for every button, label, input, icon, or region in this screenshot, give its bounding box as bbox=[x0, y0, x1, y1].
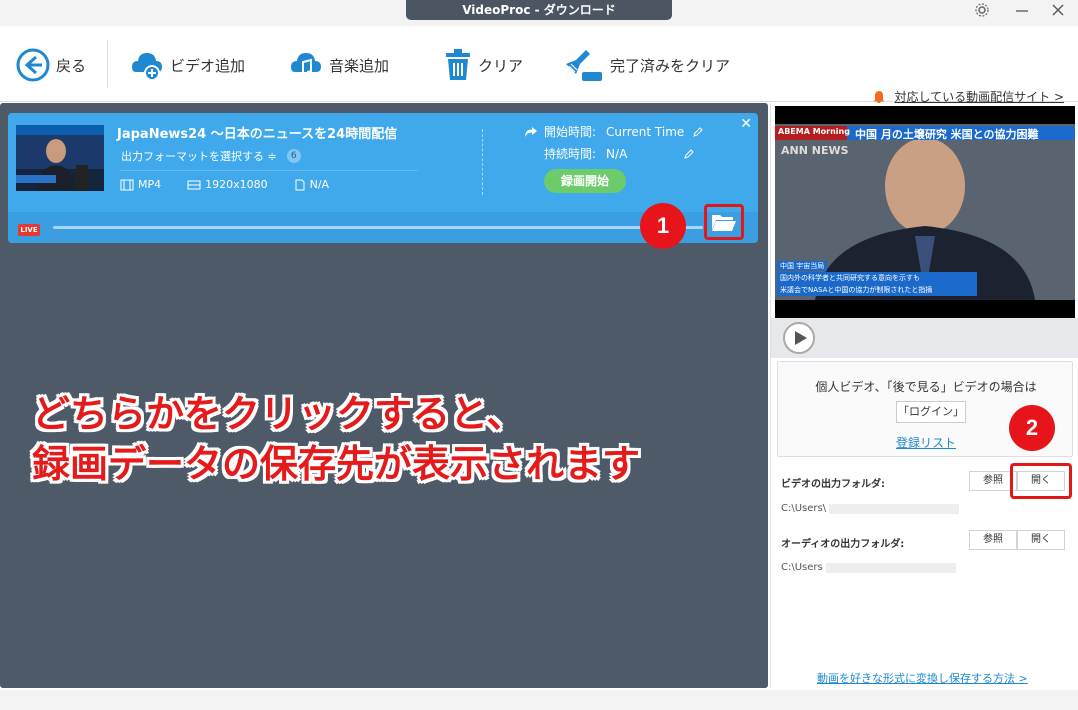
login-info-text: 個人ビデオ、「後で見る」ビデオの場合は bbox=[815, 380, 1037, 394]
resolution-info: 1920x1080 bbox=[187, 178, 268, 191]
film-icon bbox=[120, 179, 134, 190]
open-button-highlight bbox=[1010, 463, 1072, 499]
preview-headline: 中国 月の土壌研究 米国との協力困難 bbox=[855, 128, 1039, 141]
back-label: 戻る bbox=[56, 56, 87, 75]
edit-icon[interactable] bbox=[692, 126, 704, 138]
close-icon[interactable] bbox=[1044, 2, 1072, 24]
clear-button[interactable]: クリア bbox=[444, 46, 523, 84]
media-info-row: MP4 1920x1080 N/A bbox=[120, 170, 418, 198]
video-thumbnail bbox=[16, 125, 104, 191]
bell-icon bbox=[873, 90, 885, 104]
duration-row: 持続時間: N/A bbox=[544, 145, 695, 162]
title-bar: VideoProc - ダウンロード bbox=[0, 0, 1078, 26]
size-info: N/A bbox=[294, 178, 329, 191]
live-badge: LIVE bbox=[18, 224, 40, 236]
divider bbox=[482, 129, 483, 195]
clear-completed-button[interactable]: 完了済みをクリア bbox=[566, 46, 730, 84]
path-redaction bbox=[829, 504, 959, 514]
video-folder-path: C:\Users\ bbox=[781, 503, 827, 514]
preview-news-logo: ANN NEWS bbox=[781, 144, 849, 157]
video-preview: ABEMA Morning 中国 月の土壌研究 米国との協力困難 ANN NEW… bbox=[775, 106, 1075, 318]
add-video-label: ビデオ追加 bbox=[170, 56, 246, 75]
howto-link[interactable]: 動画を好きな形式に変換し保存する方法 > bbox=[817, 670, 1028, 686]
add-music-button[interactable]: 音楽追加 bbox=[289, 46, 389, 84]
preview-caption-1: 国内外の科学者と共同研究する意向を示すも bbox=[777, 272, 977, 284]
add-video-button[interactable]: ビデオ追加 bbox=[130, 46, 245, 84]
open-folder-button[interactable] bbox=[704, 204, 744, 240]
start-time-row: 開始時間: Current Time bbox=[524, 123, 704, 140]
annotation-marker-1: 1 bbox=[640, 203, 686, 249]
remove-task-icon[interactable]: ✕ bbox=[740, 116, 752, 132]
audio-open-button[interactable]: 開く bbox=[1017, 530, 1065, 550]
audio-folder-path: C:\Users bbox=[781, 562, 823, 573]
back-arrow-icon bbox=[16, 48, 50, 82]
video-folder-label: ビデオの出力フォルダ: bbox=[781, 479, 885, 490]
right-panel: ABEMA Morning 中国 月の土壌研究 米国との協力困難 ANN NEW… bbox=[770, 103, 1078, 688]
share-arrow-icon bbox=[525, 126, 537, 137]
duration-value: N/A bbox=[606, 146, 628, 161]
annotation-line-1: どちらかをクリックすると、 bbox=[32, 392, 525, 436]
resolution-icon bbox=[187, 180, 201, 189]
add-music-label: 音楽追加 bbox=[329, 56, 390, 75]
toolbar-divider bbox=[107, 40, 108, 88]
output-format-select[interactable]: 出力フォーマットを選択する ≑ 6 bbox=[121, 148, 301, 164]
broom-icon bbox=[566, 50, 602, 81]
container-info: MP4 bbox=[120, 178, 161, 191]
window-title: VideoProc - ダウンロード bbox=[406, 0, 672, 20]
start-time-label: 開始時間: bbox=[544, 125, 597, 139]
clear-label: クリア bbox=[478, 56, 524, 75]
back-button[interactable]: 戻る bbox=[16, 46, 86, 84]
download-list-panel: JapaNews24 ～日本のニュースを24時間配信 出力フォーマットを選択する… bbox=[0, 103, 768, 688]
annotation-marker-2: 2 bbox=[1009, 405, 1055, 451]
task-title: JapaNews24 ～日本のニュースを24時間配信 bbox=[117, 127, 398, 142]
minimize-icon[interactable] bbox=[1008, 2, 1036, 24]
edit-icon[interactable] bbox=[683, 148, 695, 160]
annotation-line-2: 録画データの保存先が表示されます bbox=[32, 442, 641, 486]
status-bar bbox=[0, 690, 1078, 710]
clear-completed-label: 完了済みをクリア bbox=[610, 56, 731, 75]
trash-icon bbox=[446, 49, 470, 80]
settings-icon[interactable] bbox=[968, 2, 996, 24]
path-redaction bbox=[826, 563, 956, 573]
player-controls bbox=[771, 318, 1078, 358]
toolbar: 戻る ビデオ追加 音楽追加 クリア 完了済みをクリア 対応している動画配信サイト… bbox=[0, 26, 1078, 104]
output-format-label: 出力フォーマットを選択する ≑ bbox=[121, 150, 277, 163]
add-music-icon bbox=[291, 53, 321, 78]
audio-browse-button[interactable]: 参照 bbox=[969, 530, 1017, 550]
duration-label: 持続時間: bbox=[544, 147, 597, 161]
format-count-badge: 6 bbox=[286, 149, 301, 163]
progress-track bbox=[53, 226, 703, 229]
play-icon[interactable] bbox=[783, 322, 815, 354]
preview-caption-2: 米議会でNASAと中国の協力が制限されたと指摘 bbox=[777, 284, 977, 296]
file-icon bbox=[295, 179, 305, 190]
add-video-icon bbox=[132, 53, 162, 81]
start-time-value: Current Time bbox=[606, 124, 685, 139]
audio-folder-label: オーディオの出力フォルダ: bbox=[781, 539, 905, 550]
login-button[interactable]: 「ログイン」 bbox=[896, 401, 966, 423]
folder-icon bbox=[712, 215, 736, 231]
preview-top-tag: ABEMA Morning bbox=[778, 127, 850, 136]
preview-region-tag: 中国 宇宙当局 bbox=[777, 261, 828, 271]
start-recording-button[interactable]: 録画開始 bbox=[544, 169, 626, 193]
